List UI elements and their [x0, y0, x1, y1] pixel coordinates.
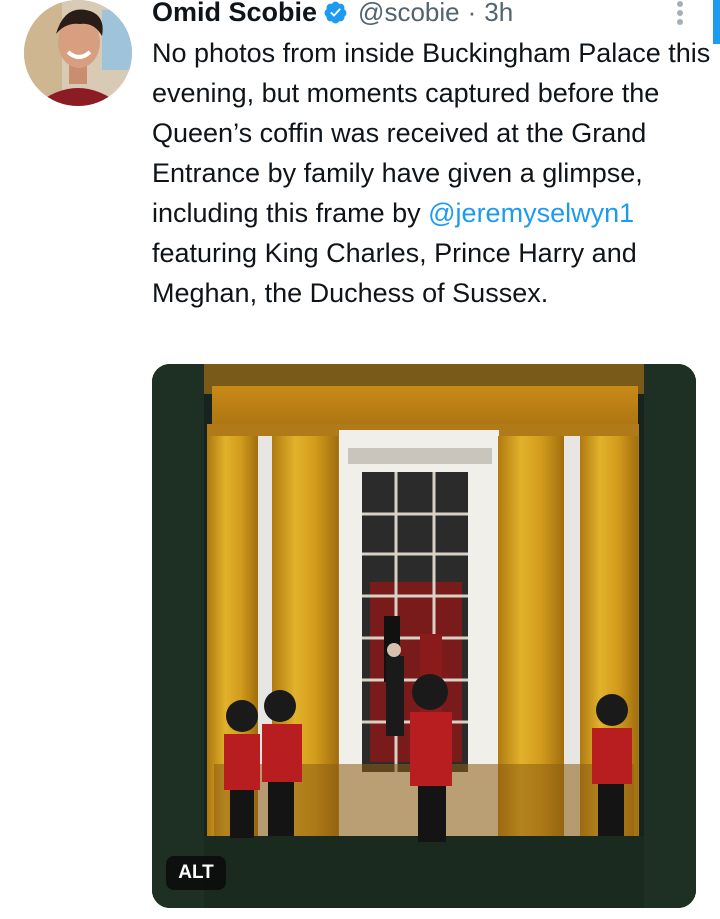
more-dot [677, 1, 683, 7]
more-dot [677, 19, 683, 25]
author-name[interactable]: Omid Scobie [152, 0, 317, 28]
alt-badge[interactable]: ALT [166, 856, 226, 890]
more-options-icon[interactable] [671, 0, 691, 26]
scroll-indicator [713, 0, 720, 44]
tweet-header: Omid Scobie @scobie · 3h [152, 0, 513, 30]
avatar-photo [24, 0, 132, 106]
tweet-text-after: featuring King Charles, Prince Harry and… [152, 238, 637, 308]
time-separator: · [467, 0, 477, 27]
tweet-timestamp[interactable]: 3h [484, 0, 513, 28]
author-handle[interactable]: @scobie [358, 0, 460, 28]
palace-entrance-photo [152, 364, 696, 908]
tweet-text: No photos from inside Buckingham Palace … [152, 33, 712, 313]
author-avatar[interactable] [24, 0, 132, 106]
verified-badge-icon [324, 1, 347, 23]
mention-link[interactable]: @jeremyselwyn1 [428, 198, 634, 228]
more-dot [677, 10, 683, 16]
tweet-photo[interactable] [152, 364, 696, 908]
